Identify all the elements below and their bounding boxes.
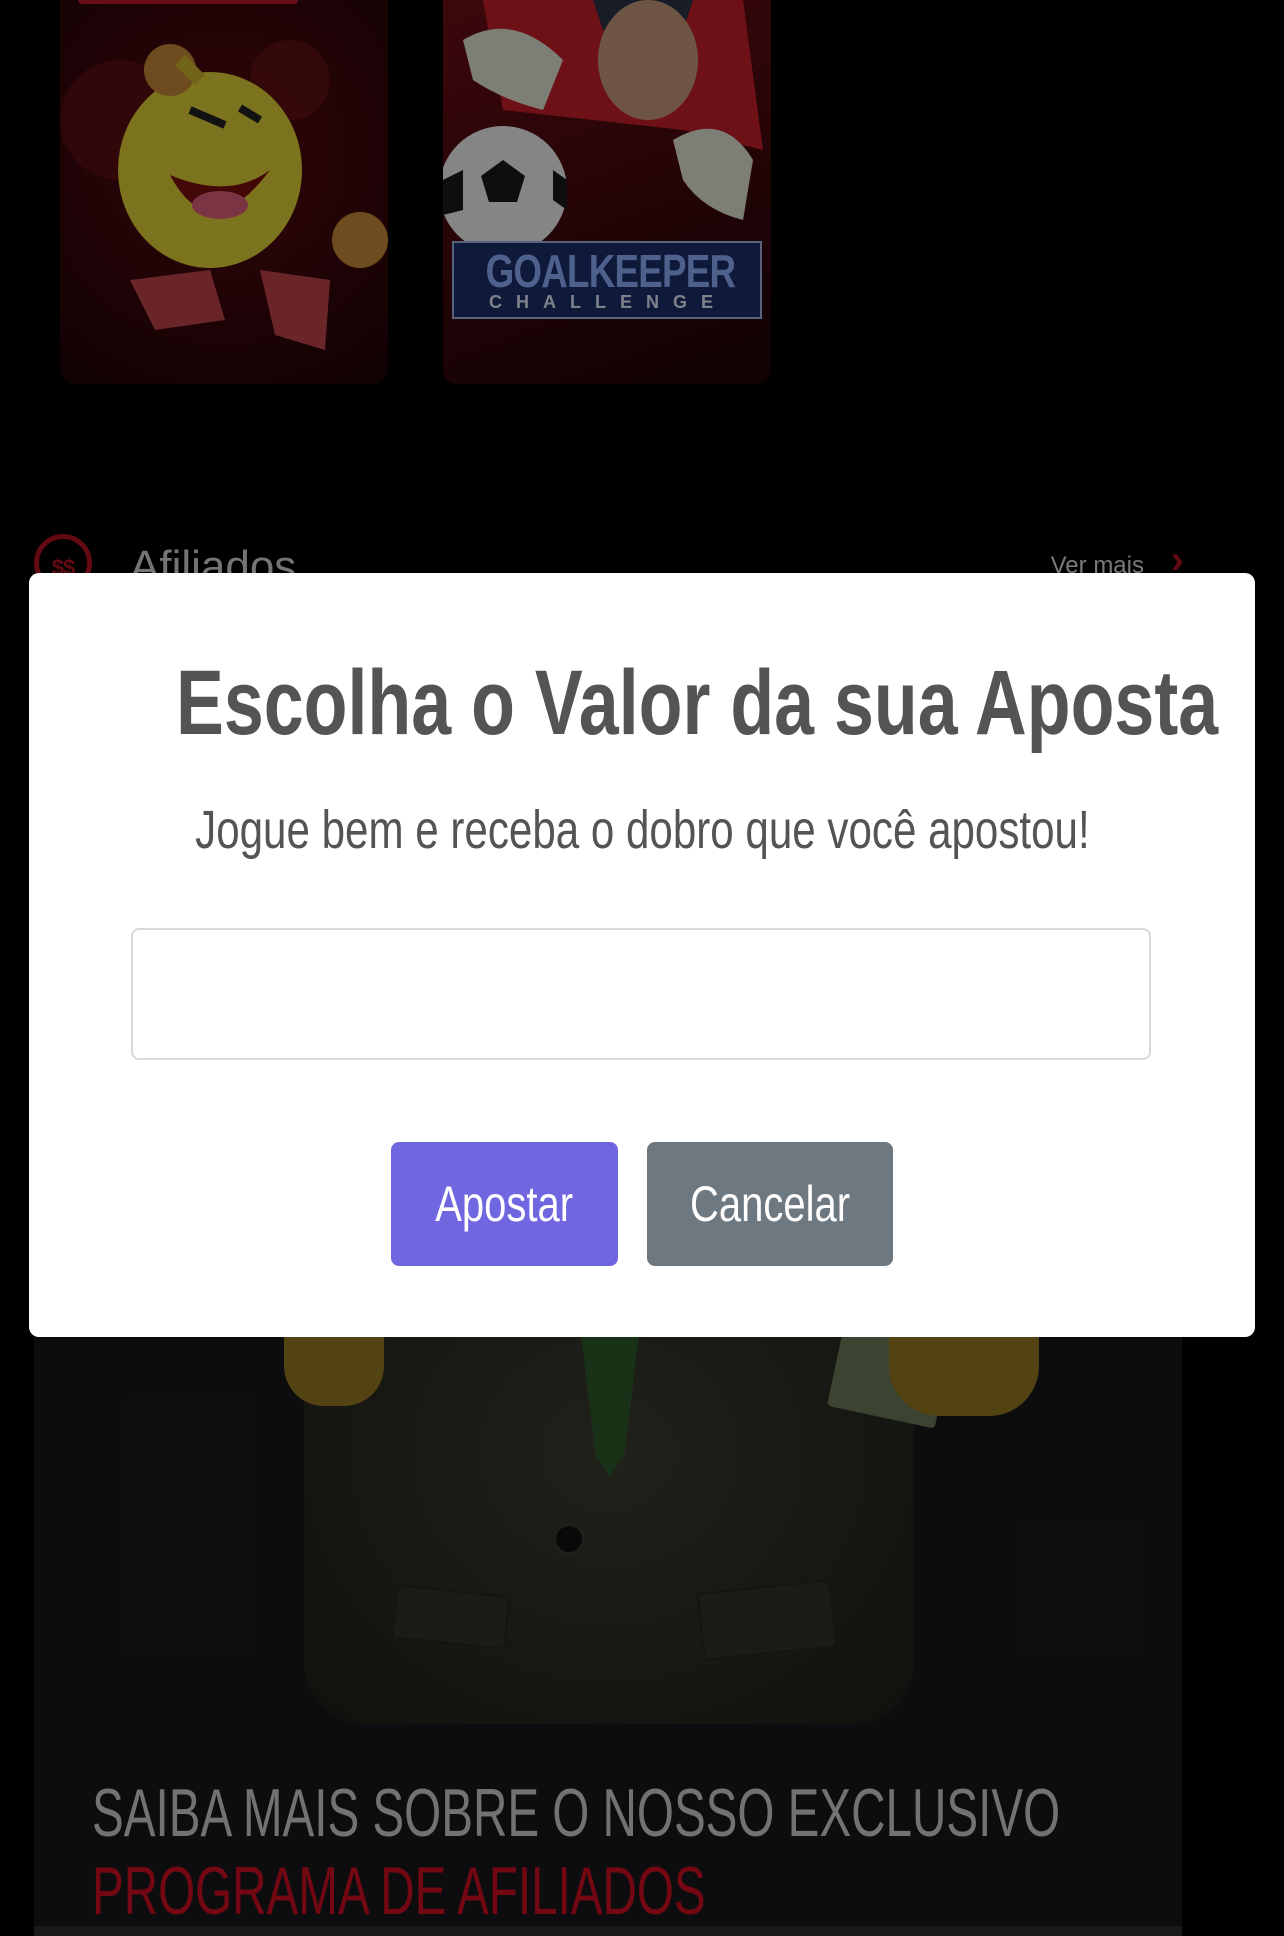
bet-amount-dialog: Escolha o Valor da sua Aposta Jogue bem … — [29, 573, 1255, 1337]
cancel-button[interactable]: Cancelar — [647, 1142, 893, 1266]
bet-amount-input[interactable] — [131, 928, 1151, 1060]
bet-button[interactable]: Apostar — [391, 1142, 618, 1266]
dialog-text-content: Jogue bem e receba o dobro que você apos… — [194, 800, 1090, 860]
bet-button-label: Apostar — [435, 1176, 574, 1232]
dialog-title: Escolha o Valor da sua Aposta — [29, 651, 1255, 756]
cancel-button-label: Cancelar — [689, 1176, 851, 1232]
dialog-title-text: Escolha o Valor da sua Aposta — [175, 652, 1219, 754]
dialog-text: Jogue bem e receba o dobro que você apos… — [29, 799, 1255, 861]
